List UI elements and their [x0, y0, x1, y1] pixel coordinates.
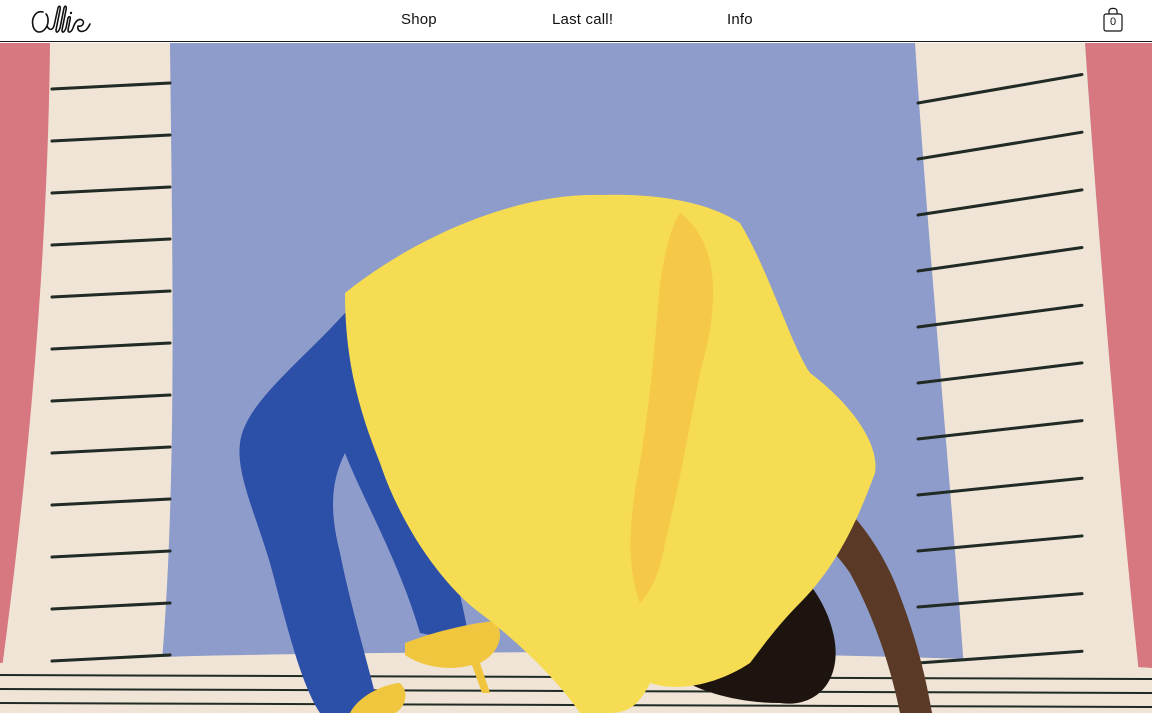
- logo[interactable]: [30, 4, 92, 38]
- callie-logo-icon: [31, 5, 91, 33]
- nav-info[interactable]: Info: [727, 11, 753, 28]
- site-header: Shop Last call! Info 0: [0, 0, 1152, 42]
- cart-count: 0: [1109, 16, 1117, 28]
- cart-button[interactable]: 0: [1102, 6, 1124, 33]
- nav-last-call[interactable]: Last call!: [552, 11, 613, 28]
- nav-shop[interactable]: Shop: [401, 11, 437, 28]
- hero-illustration: [0, 43, 1152, 713]
- hero-image: [0, 43, 1152, 713]
